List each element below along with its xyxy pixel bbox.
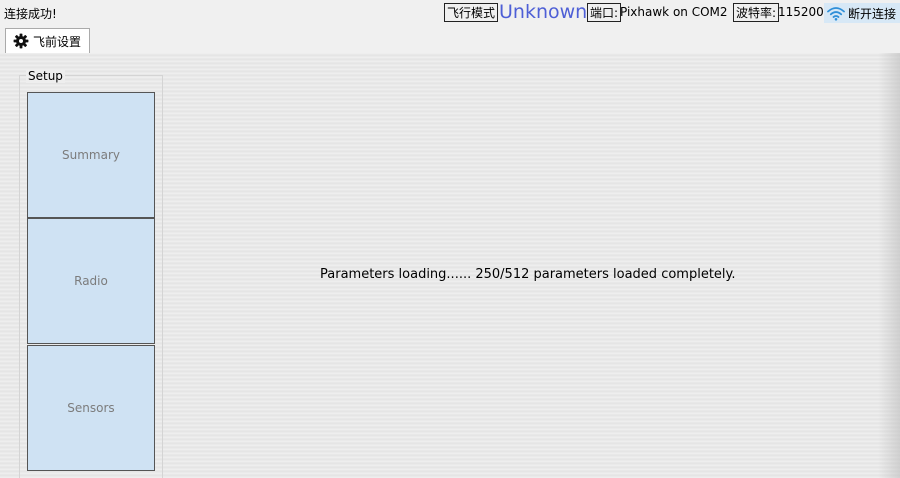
disconnect-label: 断开连接 [848,6,897,21]
gear-icon [13,33,29,49]
radio-button[interactable]: Radio [27,218,155,344]
top-status-bar: 连接成功! 飞行模式 Unknown 端口: Pixhawk on COM2 波… [0,0,900,26]
summary-button[interactable]: Summary [27,92,155,218]
tab-strip: 飞前设置 [0,26,900,54]
tab-preflight-setup[interactable]: 飞前设置 [5,28,90,53]
baud-value: 115200 [778,5,824,19]
port-label: 端口: [587,3,622,22]
baud-label: 波特率: [733,3,780,22]
connection-status: 连接成功! [4,7,57,21]
sensors-button[interactable]: Sensors [27,345,155,471]
flight-mode-label: 飞行模式 [444,3,499,22]
wifi-icon [827,6,845,21]
tab-label: 飞前设置 [33,34,82,49]
main-content: Setup Summary Radio Sensors Parameters l… [0,53,900,478]
flight-mode-value: Unknown [499,1,588,23]
port-value: Pixhawk on COM2 [620,5,728,19]
disconnect-button[interactable]: 断开连接 [824,3,900,23]
setup-title: Setup [26,69,65,83]
parameter-loading-status: Parameters loading...... 250/512 paramet… [320,267,736,282]
